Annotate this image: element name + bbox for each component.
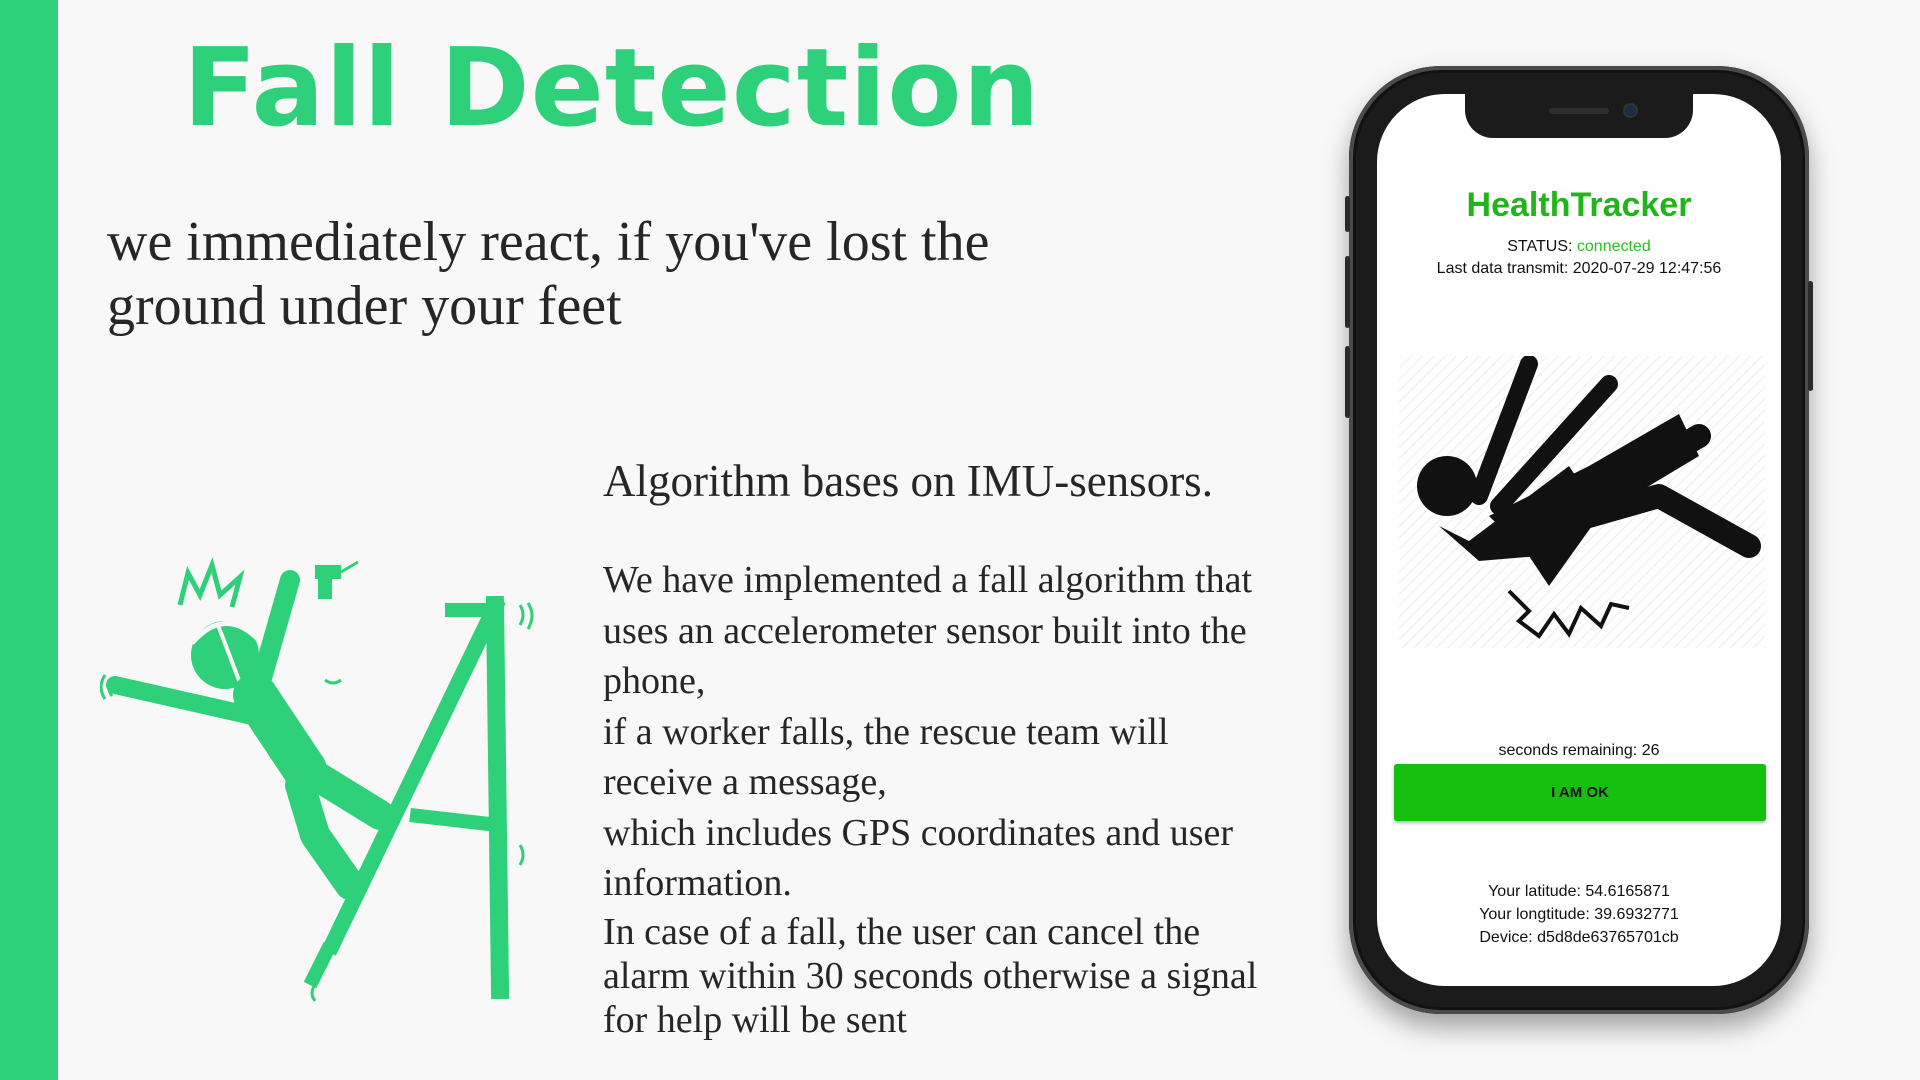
i-am-ok-button[interactable]: I AM OK	[1394, 764, 1766, 821]
camera-icon	[1625, 105, 1636, 116]
algorithm-heading: Algorithm bases on IMU-sensors.	[603, 456, 1213, 506]
description-paragraph-2: if a worker falls, the rescue team will …	[603, 710, 1169, 804]
volume-up-button	[1345, 256, 1350, 328]
app-title: HealthTracker	[1466, 186, 1692, 224]
latitude-text: Your latitude: 54.6165871	[1488, 883, 1670, 900]
slide-subtitle: we immediately react, if you've lost the…	[107, 211, 990, 337]
phone-screen: HealthTracker STATUS: connected Last dat…	[1377, 94, 1781, 986]
mute-switch	[1345, 196, 1350, 232]
status-label: STATUS:	[1507, 238, 1577, 255]
description-paragraph-1: We have implemented a fall algorithm tha…	[603, 559, 1253, 702]
countdown-text: seconds remaining: 26	[1498, 742, 1660, 759]
accent-sidebar	[0, 0, 58, 1080]
speaker-grille	[1549, 108, 1609, 114]
falling-worker-illustration	[100, 557, 534, 1002]
power-button	[1808, 281, 1813, 391]
cancel-note: In case of a fall, the user can cancel t…	[603, 911, 1258, 1041]
slide-title: Fall Detection	[183, 26, 1041, 151]
algorithm-description: We have implemented a fall algorithm tha…	[603, 555, 1303, 909]
location-info: Your latitude: 54.6165871 Your longtitud…	[1377, 880, 1781, 949]
device-id-text: Device: d5d8de63765701cb	[1479, 929, 1679, 946]
phone-notch	[1465, 94, 1693, 138]
description-paragraph-3: which includes GPS coordinates and user …	[603, 811, 1234, 905]
phone-mockup: HealthTracker STATUS: connected Last dat…	[1345, 66, 1813, 1014]
falling-person-icon	[1399, 356, 1765, 648]
longitude-text: Your longtitude: 39.6932771	[1479, 906, 1679, 923]
volume-down-button	[1345, 346, 1350, 418]
last-transmit: Last data transmit: 2020-07-29 12:47:56	[1436, 260, 1722, 277]
status-value: connected	[1576, 238, 1651, 255]
status-line: STATUS: connected	[1377, 238, 1781, 256]
